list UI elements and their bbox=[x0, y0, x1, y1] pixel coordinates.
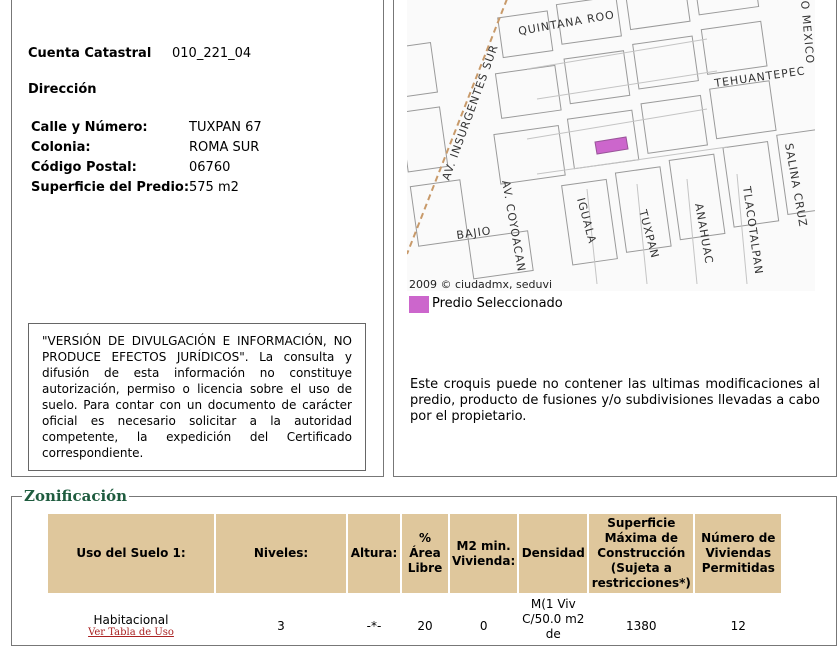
cell-niveles: 3 bbox=[216, 595, 346, 644]
cuenta-catastral-value: 010_221_04 bbox=[172, 46, 252, 61]
predio-info-panel: Cuenta Catastral 010_221_04 Dirección Ca… bbox=[11, 0, 384, 477]
header-uso-suelo: Uso del Suelo 1: bbox=[48, 514, 214, 593]
legal-notice: "VERSIÓN DE DIVULGACIÓN E INFORMACIÓN, N… bbox=[28, 323, 366, 471]
legend-swatch bbox=[409, 296, 429, 313]
cell-densidad: M(1 Viv C/50.0 m2 de bbox=[519, 595, 588, 644]
colonia-label: Colonia: bbox=[31, 140, 91, 155]
map-credit: 2009 © ciudadmx, seduvi bbox=[409, 278, 552, 291]
codigo-postal-label: Código Postal: bbox=[31, 160, 137, 175]
header-densidad: Densidad bbox=[519, 514, 588, 593]
calle-numero-label: Calle y Número: bbox=[31, 120, 148, 135]
zonificacion-table: Uso del Suelo 1: Niveles: Altura: % Área… bbox=[46, 512, 783, 646]
header-area-libre: % Área Libre bbox=[402, 514, 448, 593]
calle-numero-value: TUXPAN 67 bbox=[189, 120, 262, 135]
cell-m2-min: 0 bbox=[450, 595, 518, 644]
legend-label: Predio Seleccionado bbox=[432, 296, 563, 311]
cell-uso: Habitacional Ver Tabla de Uso bbox=[48, 595, 214, 644]
direccion-label: Dirección bbox=[28, 82, 97, 97]
table-header-row: Uso del Suelo 1: Niveles: Altura: % Área… bbox=[48, 514, 782, 593]
codigo-postal-value: 06760 bbox=[189, 160, 231, 175]
header-m2-min-vivienda: M2 min. Vivienda: bbox=[450, 514, 518, 593]
uso-value: Habitacional bbox=[93, 613, 169, 627]
legal-notice-text: "VERSIÓN DE DIVULGACIÓN E INFORMACIÓN, N… bbox=[42, 334, 352, 460]
cell-viviendas: 12 bbox=[695, 595, 782, 644]
superficie-predio-value: 575 m2 bbox=[189, 180, 239, 195]
map-canvas: QUINTANA ROO TEHUANTEPEC AV. INSURGENTES… bbox=[407, 0, 815, 291]
header-niveles: Niveles: bbox=[216, 514, 346, 593]
location-map[interactable]: QUINTANA ROO TEHUANTEPEC AV. INSURGENTES… bbox=[407, 0, 815, 291]
cell-area-libre: 20 bbox=[402, 595, 448, 644]
cuenta-catastral-label: Cuenta Catastral bbox=[28, 46, 152, 61]
header-altura: Altura: bbox=[348, 514, 400, 593]
zonificacion-title: Zonificación bbox=[22, 487, 130, 505]
cell-superficie: 1380 bbox=[589, 595, 694, 644]
superficie-predio-label: Superficie del Predio: bbox=[31, 180, 190, 195]
map-panel: QUINTANA ROO TEHUANTEPEC AV. INSURGENTES… bbox=[393, 0, 837, 477]
cell-altura: -*- bbox=[348, 595, 400, 644]
table-row: Habitacional Ver Tabla de Uso 3 -*- 20 0… bbox=[48, 595, 782, 644]
croquis-note: Este croquis puede no contener las ultim… bbox=[410, 377, 820, 424]
colonia-value: ROMA SUR bbox=[189, 140, 260, 155]
header-numero-viviendas: Número de Viviendas Permitidas bbox=[695, 514, 782, 593]
header-superficie-maxima: Superficie Máxima de Construcción (Sujet… bbox=[589, 514, 694, 593]
